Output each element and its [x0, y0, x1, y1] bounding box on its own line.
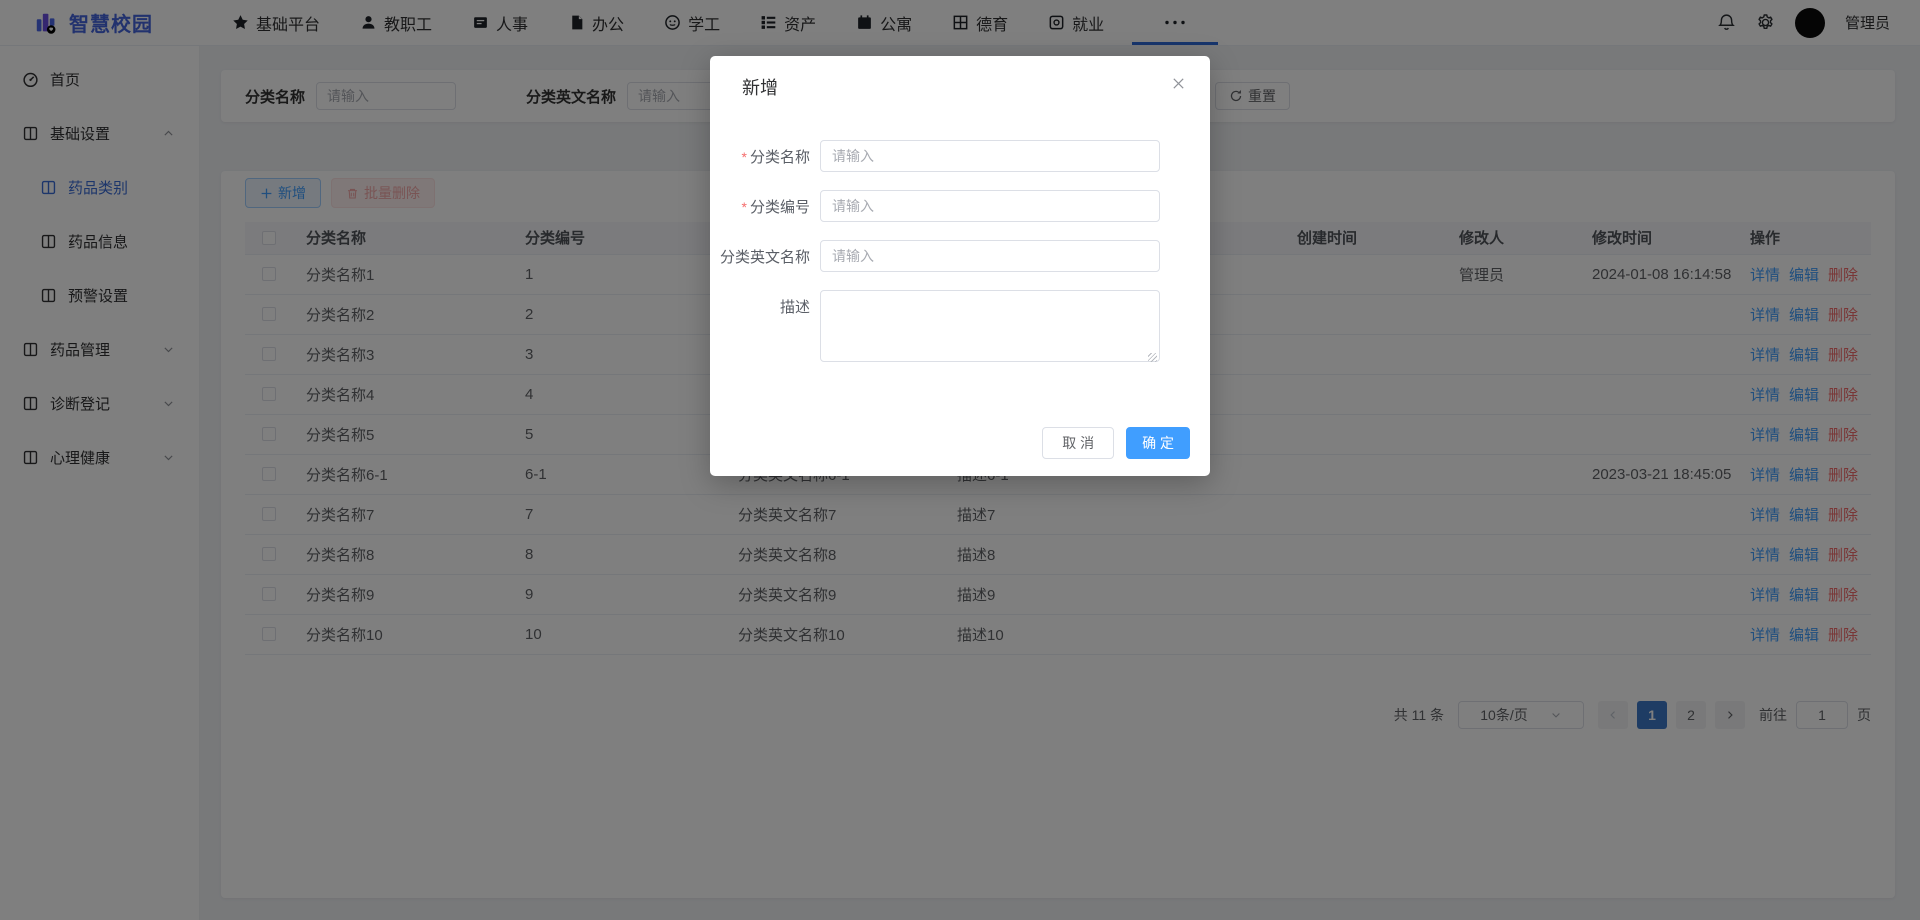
field-label: *分类编号: [710, 196, 820, 217]
field-label: *分类名称: [710, 146, 820, 167]
cancel-button[interactable]: 取 消: [1042, 427, 1114, 459]
form-row-描述: 描述: [710, 290, 1210, 367]
field-input-分类名称[interactable]: [820, 140, 1160, 172]
field-label: 描述: [710, 296, 820, 317]
textarea-wrap: [820, 290, 1160, 367]
form-row-分类编号: *分类编号: [710, 190, 1210, 222]
field-input-分类英文名称[interactable]: [820, 240, 1160, 272]
close-icon[interactable]: [1171, 76, 1186, 91]
description-textarea[interactable]: [820, 290, 1160, 362]
dialog-title: 新增: [742, 76, 778, 100]
confirm-button[interactable]: 确 定: [1126, 427, 1190, 459]
dialog-form: *分类名称 *分类编号分类英文名称描述: [710, 140, 1210, 367]
field-label: 分类英文名称: [710, 246, 820, 267]
required-asterisk: *: [742, 149, 747, 165]
add-dialog: 新增 *分类名称 *分类编号分类英文名称描述 取 消 确 定: [710, 56, 1210, 476]
field-input-分类编号[interactable]: [820, 190, 1160, 222]
form-row-分类英文名称: 分类英文名称: [710, 240, 1210, 272]
required-asterisk: *: [742, 199, 747, 215]
dialog-header: 新增: [710, 56, 1210, 100]
dialog-footer: 取 消 确 定: [710, 427, 1210, 459]
form-row-分类名称: *分类名称: [710, 140, 1210, 172]
